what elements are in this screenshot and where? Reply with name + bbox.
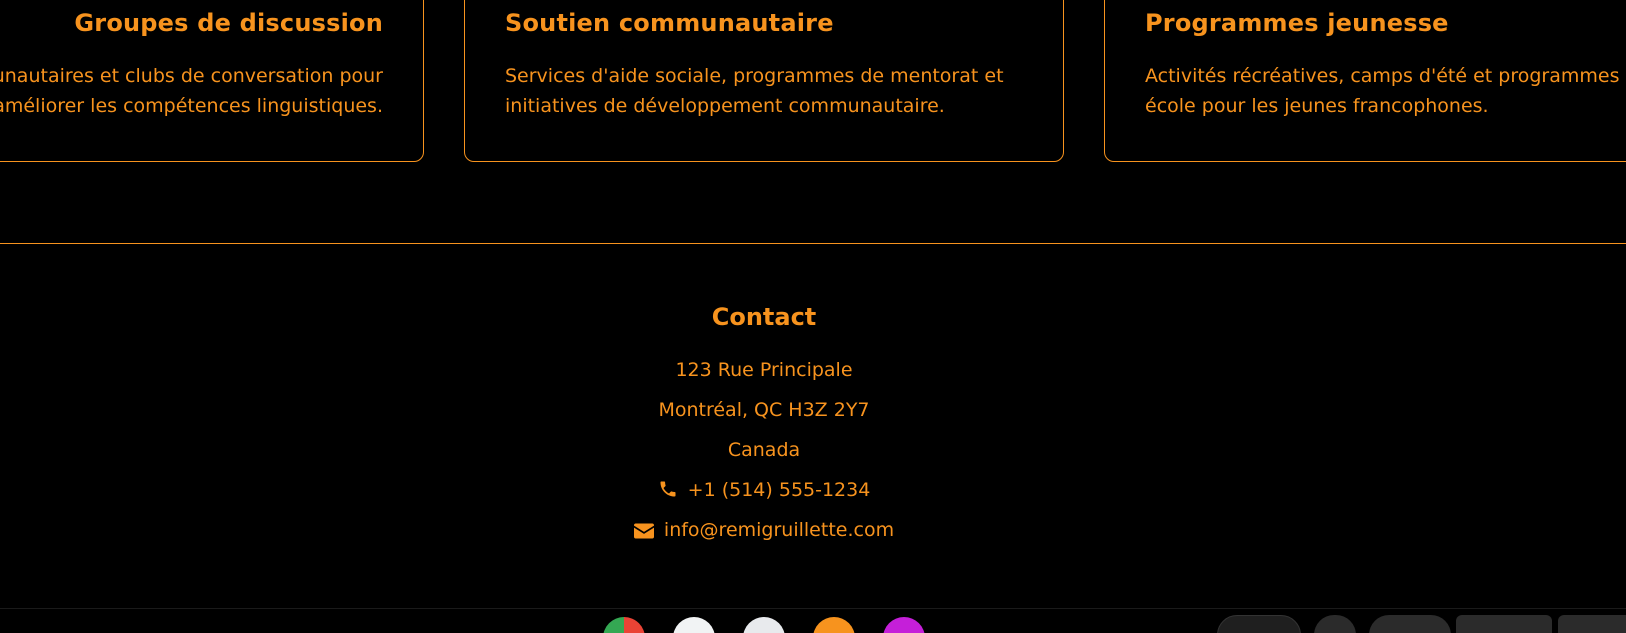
footer-divider (0, 243, 1626, 244)
service-card-community-support: Soutien communautaire Services d'aide so… (464, 0, 1064, 162)
envelope-icon (633, 513, 654, 553)
service-card-description: Rencontres communautaires et clubs de co… (0, 61, 383, 121)
os-shelf (0, 608, 1626, 633)
service-card-title: Soutien communautaire (505, 9, 834, 37)
description-line: initiatives de développement communautai… (505, 95, 945, 117)
info-app-icon[interactable] (813, 617, 855, 633)
contact-country: Canada (727, 439, 801, 461)
play-store-icon[interactable] (743, 617, 785, 633)
description-line: école pour les jeunes francophones. (1145, 95, 1489, 117)
description-line: Activités récréatives, camps d'été et pr… (1145, 65, 1626, 87)
contact-title: Contact (711, 303, 817, 331)
service-card-youth-programs: Programmes jeunesse Activités récréative… (1104, 0, 1626, 162)
chrome-icon[interactable] (603, 617, 645, 633)
contact-city: Montréal, QC H3Z 2Y7 (658, 399, 870, 421)
clock-chip[interactable] (1558, 615, 1626, 633)
description-line: Rencontres communautaires et clubs de co… (0, 65, 383, 87)
contact-email-row[interactable]: info@remigruillette.com (464, 510, 1064, 550)
contact-phone-row[interactable]: +1 (514) 555-1234 (464, 470, 1064, 510)
contact-email[interactable]: info@remigruillette.com (664, 519, 894, 541)
phone-icon (658, 473, 678, 513)
assistant-icon[interactable] (673, 617, 715, 633)
service-card-description: Activités récréatives, camps d'été et pr… (1145, 61, 1626, 121)
contact-section: Contact 123 Rue Principale Montréal, QC … (464, 290, 1064, 550)
description-line: améliorer les compétences linguistiques. (0, 95, 383, 117)
window-preview-chip[interactable] (1217, 615, 1301, 633)
description-line: Services d'aide sociale, programmes de m… (505, 65, 1004, 87)
media-app-icon[interactable] (883, 617, 925, 633)
service-card-title: Groupes de discussion (74, 9, 383, 37)
status-area-chip[interactable] (1456, 615, 1552, 633)
service-card-discussion-groups: Groupes de discussion Rencontres communa… (0, 0, 424, 162)
tote-icon[interactable] (1314, 615, 1356, 633)
page: Groupes de discussion Rencontres communa… (0, 0, 1626, 633)
service-card-title: Programmes jeunesse (1145, 9, 1449, 37)
contact-phone[interactable]: +1 (514) 555-1234 (688, 479, 871, 501)
contact-street: 123 Rue Principale (675, 359, 853, 381)
quick-settings-chip[interactable] (1369, 615, 1451, 633)
service-card-description: Services d'aide sociale, programmes de m… (505, 61, 1023, 121)
